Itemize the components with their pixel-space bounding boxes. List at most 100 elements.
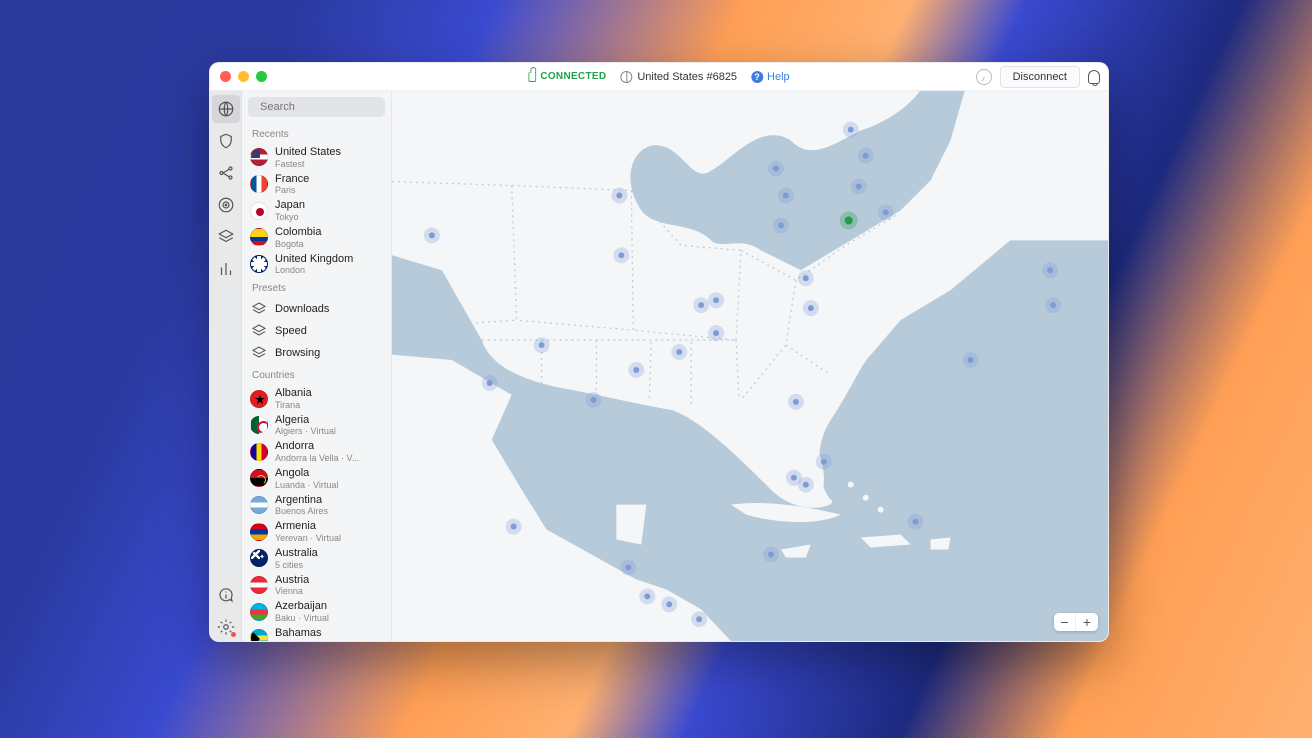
item-label: Austria bbox=[275, 574, 309, 587]
list-item[interactable]: ArmeniaYerevan · Virtual bbox=[250, 518, 389, 545]
current-server[interactable]: United States #6825 bbox=[620, 71, 737, 83]
bell-icon[interactable] bbox=[1088, 70, 1100, 84]
list-item[interactable]: FranceParis bbox=[250, 171, 389, 198]
map-view[interactable]: − + bbox=[392, 91, 1108, 641]
server-point[interactable] bbox=[511, 524, 517, 530]
server-point[interactable] bbox=[713, 297, 719, 303]
list-item[interactable]: AustriaVienna bbox=[250, 572, 389, 599]
list-item[interactable]: Australia5 cities bbox=[250, 545, 389, 572]
server-point[interactable] bbox=[676, 349, 682, 355]
list-item[interactable]: United StatesFastest bbox=[250, 144, 389, 171]
item-label: Argentina bbox=[275, 494, 328, 507]
server-point[interactable] bbox=[778, 222, 784, 228]
server-point[interactable] bbox=[698, 302, 704, 308]
server-point[interactable] bbox=[773, 166, 779, 172]
list-item[interactable]: AzerbaijanBaku · Virtual bbox=[250, 598, 389, 625]
server-point[interactable] bbox=[913, 519, 919, 525]
item-label: Browsing bbox=[275, 347, 320, 360]
server-point[interactable] bbox=[967, 357, 973, 363]
server-point[interactable] bbox=[487, 380, 493, 386]
list-item[interactable]: AlgeriaAlgiers · Virtual bbox=[250, 412, 389, 439]
item-label: Angola bbox=[275, 467, 338, 480]
list-item[interactable]: JapanTokyo bbox=[250, 197, 389, 224]
server-point[interactable] bbox=[539, 342, 545, 348]
nav-settings[interactable] bbox=[212, 613, 240, 641]
list-item[interactable]: AngolaLuanda · Virtual bbox=[250, 465, 389, 492]
list-item[interactable]: United KingdomLondon bbox=[250, 251, 389, 278]
server-point[interactable] bbox=[821, 459, 827, 465]
nav-mesh[interactable] bbox=[212, 159, 240, 187]
server-point[interactable] bbox=[803, 482, 809, 488]
server-point[interactable] bbox=[803, 275, 809, 281]
nav-map[interactable] bbox=[212, 95, 240, 123]
location-list[interactable]: Recents United StatesFastestFranceParisJ… bbox=[242, 123, 391, 641]
search-field[interactable] bbox=[248, 97, 385, 117]
flag-icon bbox=[250, 603, 268, 621]
server-point[interactable] bbox=[1050, 302, 1056, 308]
server-point[interactable] bbox=[791, 475, 797, 481]
help-icon: ? bbox=[751, 71, 763, 83]
server-point[interactable] bbox=[696, 616, 702, 622]
list-item[interactable]: BahamasNassau · Virtual bbox=[250, 625, 389, 641]
help-link[interactable]: ? Help bbox=[751, 71, 790, 83]
list-item[interactable]: Downloads bbox=[250, 298, 389, 320]
server-point[interactable] bbox=[590, 397, 596, 403]
list-item[interactable]: AlbaniaTirana bbox=[250, 385, 389, 412]
list-item[interactable]: ColombiaBogota bbox=[250, 224, 389, 251]
fullscreen-icon[interactable] bbox=[256, 71, 267, 82]
speedometer-icon[interactable] bbox=[976, 69, 992, 85]
flag-icon bbox=[250, 549, 268, 567]
search-input[interactable] bbox=[260, 101, 402, 113]
item-sublabel: Nassau · Virtual bbox=[275, 640, 339, 641]
item-label: Bahamas bbox=[275, 627, 339, 640]
server-point[interactable] bbox=[808, 305, 814, 311]
server-point[interactable] bbox=[429, 232, 435, 238]
connected-server-point[interactable] bbox=[845, 216, 853, 224]
server-point[interactable] bbox=[618, 252, 624, 258]
minimize-icon[interactable] bbox=[238, 71, 249, 82]
list-item[interactable]: Speed bbox=[250, 320, 389, 342]
server-point[interactable] bbox=[666, 601, 672, 607]
nav-security[interactable] bbox=[212, 127, 240, 155]
item-sublabel: Tokyo bbox=[275, 212, 305, 222]
icon-sidebar bbox=[210, 91, 242, 641]
server-point[interactable] bbox=[633, 367, 639, 373]
app-window: CONNECTED United States #6825 ? Help Dis… bbox=[209, 62, 1109, 642]
item-sublabel: Tirana bbox=[275, 400, 312, 410]
server-point[interactable] bbox=[644, 593, 650, 599]
list-item[interactable]: Browsing bbox=[250, 342, 389, 364]
nav-radar[interactable] bbox=[212, 191, 240, 219]
flag-icon bbox=[250, 576, 268, 594]
server-point[interactable] bbox=[625, 564, 631, 570]
layers-icon bbox=[250, 322, 268, 340]
list-item[interactable]: ArgentinaBuenos Aires bbox=[250, 492, 389, 519]
zoom-in-button[interactable]: + bbox=[1076, 613, 1098, 631]
nav-stats[interactable] bbox=[212, 255, 240, 283]
lock-icon bbox=[528, 72, 536, 82]
nav-layers[interactable] bbox=[212, 223, 240, 251]
server-point[interactable] bbox=[883, 209, 889, 215]
server-point[interactable] bbox=[783, 192, 789, 198]
close-icon[interactable] bbox=[220, 71, 231, 82]
server-point[interactable] bbox=[713, 330, 719, 336]
section-countries: Countries bbox=[252, 370, 389, 381]
server-point[interactable] bbox=[1047, 267, 1053, 273]
item-label: Azerbaijan bbox=[275, 600, 329, 613]
server-point[interactable] bbox=[848, 127, 854, 133]
server-point[interactable] bbox=[863, 153, 869, 159]
item-sublabel: Luanda · Virtual bbox=[275, 480, 338, 490]
item-sublabel: Baku · Virtual bbox=[275, 613, 329, 623]
item-label: France bbox=[275, 173, 309, 186]
flag-icon bbox=[250, 416, 268, 434]
server-point[interactable] bbox=[856, 184, 862, 190]
server-point[interactable] bbox=[793, 399, 799, 405]
disconnect-button[interactable]: Disconnect bbox=[1000, 66, 1080, 88]
server-point[interactable] bbox=[616, 192, 622, 198]
server-point[interactable] bbox=[768, 551, 774, 557]
item-sublabel: London bbox=[275, 265, 353, 275]
nav-support[interactable] bbox=[212, 581, 240, 609]
item-sublabel: Buenos Aires bbox=[275, 506, 328, 516]
list-item[interactable]: AndorraAndorra la Vella · V... bbox=[250, 438, 389, 465]
flag-icon bbox=[250, 202, 268, 220]
zoom-out-button[interactable]: − bbox=[1054, 613, 1076, 631]
